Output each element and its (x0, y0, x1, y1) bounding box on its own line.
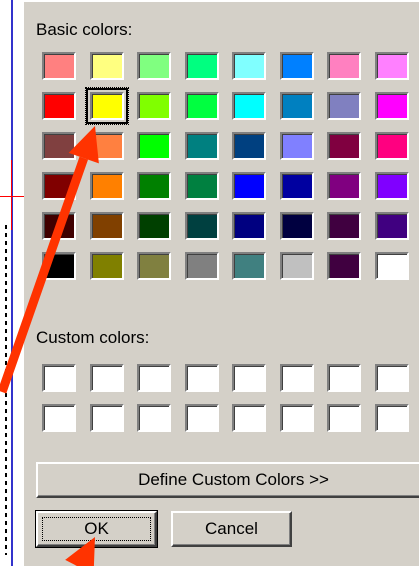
basic-color-swatch[interactable] (327, 52, 361, 80)
basic-color-swatch[interactable] (185, 132, 219, 160)
basic-color-swatch[interactable] (327, 92, 361, 120)
basic-color-swatch[interactable] (42, 212, 76, 240)
basic-color-swatch[interactable] (90, 212, 124, 240)
basic-color-swatch[interactable] (185, 172, 219, 200)
basic-color-swatch[interactable] (327, 252, 361, 280)
basic-color-swatch[interactable] (90, 252, 124, 280)
basic-color-swatch[interactable] (137, 92, 171, 120)
basic-color-swatch[interactable] (90, 132, 124, 160)
basic-color-swatch[interactable] (375, 172, 409, 200)
basic-color-swatch[interactable] (232, 52, 266, 80)
basic-color-swatch[interactable] (280, 252, 314, 280)
basic-color-swatch[interactable] (280, 52, 314, 80)
window-border-line (11, 0, 13, 566)
basic-color-swatch[interactable] (327, 212, 361, 240)
custom-color-swatch[interactable] (280, 364, 314, 392)
basic-color-swatch-selected[interactable] (85, 87, 129, 125)
basic-color-swatch[interactable] (42, 92, 76, 120)
crosshair-horizontal (0, 196, 24, 197)
custom-color-swatch[interactable] (137, 404, 171, 432)
custom-color-swatch[interactable] (137, 364, 171, 392)
basic-color-swatch[interactable] (232, 212, 266, 240)
basic-color-swatch[interactable] (375, 92, 409, 120)
cancel-button[interactable]: Cancel (171, 511, 292, 547)
basic-color-swatch[interactable] (137, 172, 171, 200)
custom-color-swatch[interactable] (185, 364, 219, 392)
ok-focus-rect (42, 517, 151, 541)
basic-color-swatch[interactable] (137, 252, 171, 280)
custom-color-swatch[interactable] (232, 404, 266, 432)
custom-color-swatch[interactable] (232, 364, 266, 392)
custom-color-swatch[interactable] (375, 404, 409, 432)
basic-color-swatch[interactable] (137, 212, 171, 240)
basic-color-swatch[interactable] (327, 172, 361, 200)
basic-color-swatch[interactable] (375, 52, 409, 80)
basic-color-swatch[interactable] (232, 132, 266, 160)
custom-color-swatch[interactable] (42, 364, 76, 392)
basic-color-swatch[interactable] (327, 132, 361, 160)
custom-color-swatch[interactable] (90, 364, 124, 392)
basic-color-swatch[interactable] (137, 132, 171, 160)
dotted-guide (5, 225, 7, 555)
basic-color-swatch[interactable] (232, 172, 266, 200)
ok-button[interactable]: OK (35, 510, 158, 548)
custom-color-swatch[interactable] (42, 404, 76, 432)
define-custom-colors-button[interactable]: Define Custom Colors >> (36, 462, 419, 498)
basic-color-swatch[interactable] (42, 52, 76, 80)
basic-color-swatch[interactable] (375, 252, 409, 280)
dialog-top-edge (24, 0, 419, 2)
basic-color-swatch[interactable] (42, 172, 76, 200)
basic-color-swatch[interactable] (185, 92, 219, 120)
basic-color-swatch[interactable] (42, 252, 76, 280)
basic-color-swatch[interactable] (232, 252, 266, 280)
basic-color-swatch[interactable] (90, 172, 124, 200)
custom-color-swatch[interactable] (185, 404, 219, 432)
basic-colors-label: Basic colors: (36, 20, 133, 39)
basic-color-swatch[interactable] (280, 212, 314, 240)
basic-color-swatch[interactable] (232, 92, 266, 120)
basic-color-swatch[interactable] (137, 52, 171, 80)
basic-color-swatch[interactable] (280, 172, 314, 200)
basic-color-swatch[interactable] (90, 52, 124, 80)
crosshair-vertical (11, 160, 12, 230)
custom-color-swatch[interactable] (327, 364, 361, 392)
basic-color-swatch[interactable] (185, 252, 219, 280)
basic-color-swatch[interactable] (280, 92, 314, 120)
basic-color-swatch[interactable] (375, 212, 409, 240)
custom-color-swatch[interactable] (375, 364, 409, 392)
background-window-edge (0, 0, 24, 566)
basic-color-swatch[interactable] (42, 132, 76, 160)
custom-color-swatch[interactable] (280, 404, 314, 432)
basic-color-swatch[interactable] (375, 132, 409, 160)
basic-color-swatch[interactable] (185, 212, 219, 240)
custom-color-swatch[interactable] (90, 404, 124, 432)
custom-colors-label: Custom colors: (36, 328, 150, 347)
basic-color-swatch[interactable] (185, 52, 219, 80)
custom-color-swatch[interactable] (327, 404, 361, 432)
color-dialog: Basic colors: Custom colors: Define Cust… (24, 0, 419, 566)
basic-color-swatch[interactable] (280, 132, 314, 160)
